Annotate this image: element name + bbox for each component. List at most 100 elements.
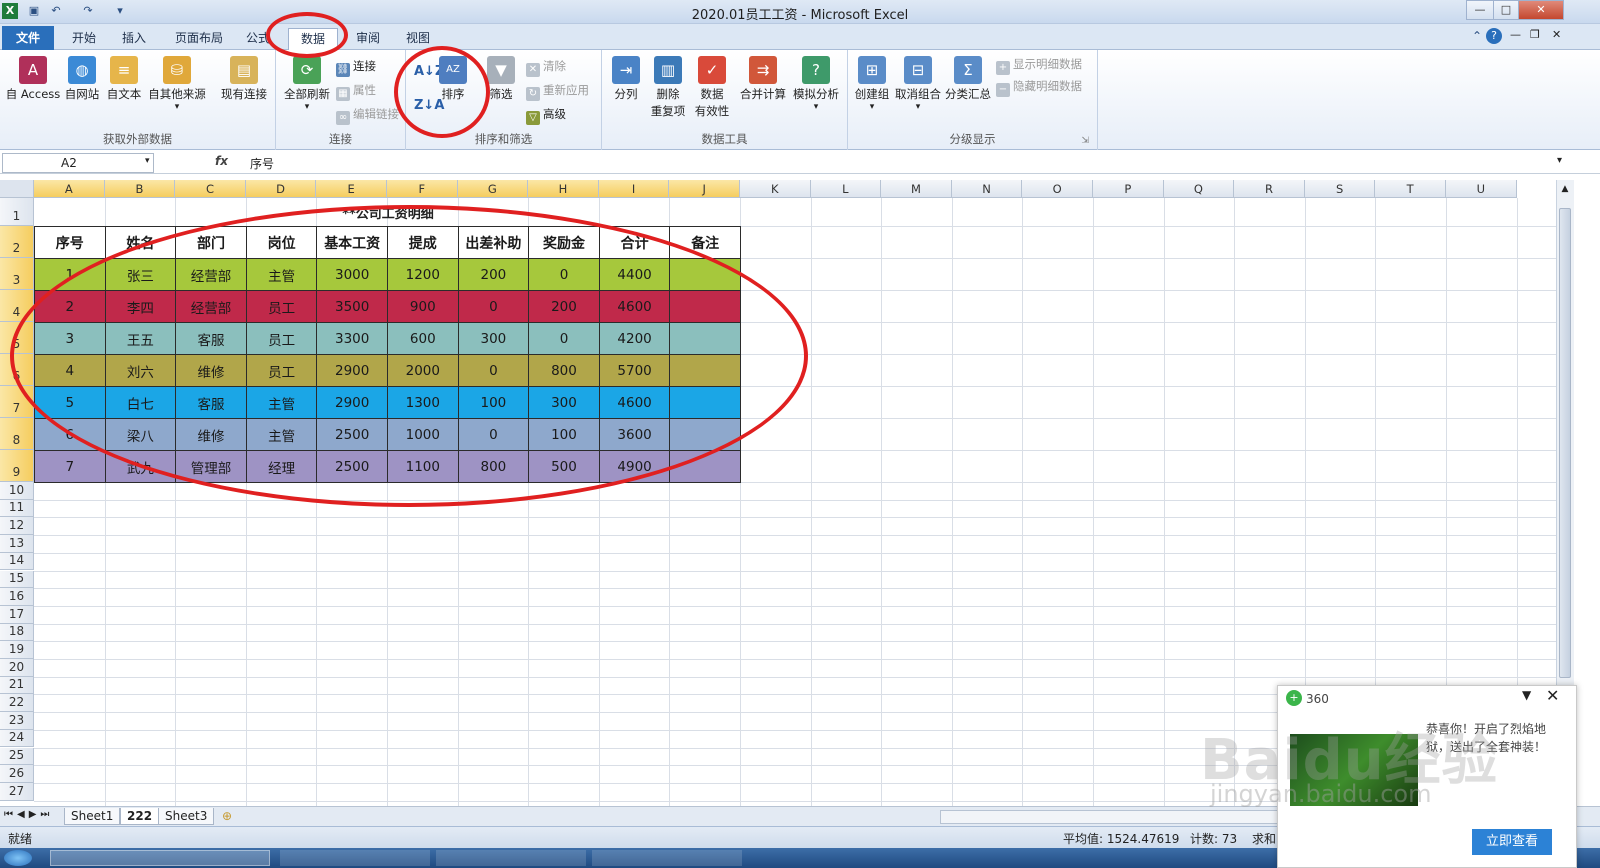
column-header-M[interactable]: M: [881, 180, 952, 198]
data-cell[interactable]: [669, 450, 741, 483]
remove-duplicates-button[interactable]: ▥ 删除 重复项: [648, 56, 688, 120]
name-box[interactable]: A2: [2, 153, 154, 173]
data-cell[interactable]: 2: [34, 290, 106, 323]
header-cell[interactable]: 姓名: [104, 226, 177, 259]
minimize-button[interactable]: —: [1466, 0, 1494, 20]
from-web-button[interactable]: ◍ 自网站: [62, 56, 102, 102]
properties-button[interactable]: ▦ 属性: [336, 80, 376, 101]
data-cell[interactable]: 王五: [104, 322, 177, 355]
existing-connections-button[interactable]: ▤ 现有连接: [218, 56, 270, 102]
column-header-E[interactable]: E: [316, 180, 387, 198]
data-cell[interactable]: 客服: [175, 322, 247, 355]
data-cell[interactable]: 主管: [245, 418, 318, 451]
data-cell[interactable]: 0: [457, 418, 530, 451]
data-cell[interactable]: [669, 258, 741, 291]
column-header-L[interactable]: L: [810, 180, 882, 198]
header-cell[interactable]: 部门: [175, 226, 247, 259]
row-header-18[interactable]: 18: [0, 623, 34, 642]
data-cell[interactable]: 3600: [598, 418, 671, 451]
formula-input[interactable]: 序号: [250, 155, 274, 172]
clear-filter-button[interactable]: ✕ 清除: [526, 56, 566, 77]
column-header-S[interactable]: S: [1304, 180, 1376, 198]
scroll-thumb[interactable]: [1559, 208, 1571, 678]
data-cell[interactable]: 4600: [598, 386, 671, 419]
data-cell[interactable]: 4200: [598, 322, 671, 355]
header-cell[interactable]: 合计: [598, 226, 671, 259]
scroll-up-icon[interactable]: ▲: [1559, 184, 1571, 198]
data-cell[interactable]: 1000: [387, 418, 459, 451]
column-header-Q[interactable]: Q: [1163, 180, 1235, 198]
data-cell[interactable]: 5: [34, 386, 106, 419]
expand-formula-bar-icon[interactable]: ▾: [1557, 155, 1562, 166]
column-header-O[interactable]: O: [1022, 180, 1093, 198]
taskbar-item[interactable]: [436, 850, 586, 866]
data-cell[interactable]: 900: [387, 290, 459, 323]
row-header-1[interactable]: 1: [0, 198, 34, 226]
data-cell[interactable]: 4900: [598, 450, 671, 483]
hide-detail-button[interactable]: − 隐藏明细数据: [996, 76, 1082, 97]
row-header-13[interactable]: 13: [0, 535, 34, 553]
data-cell[interactable]: 600: [387, 322, 459, 355]
data-cell[interactable]: 员工: [245, 354, 318, 387]
column-header-P[interactable]: P: [1093, 180, 1164, 198]
row-header-20[interactable]: 20: [0, 659, 34, 677]
tab-review[interactable]: 审阅: [346, 28, 390, 50]
data-cell[interactable]: 客服: [175, 386, 247, 419]
row-header-8[interactable]: 8: [0, 418, 34, 450]
column-header-N[interactable]: N: [951, 180, 1023, 198]
doc-minimize-icon[interactable]: —: [1510, 28, 1521, 41]
data-cell[interactable]: 员工: [245, 290, 318, 323]
data-cell[interactable]: 2500: [316, 450, 388, 483]
row-header-5[interactable]: 5: [0, 322, 34, 354]
maximize-button[interactable]: □: [1493, 0, 1519, 20]
edit-links-button[interactable]: ∞ 编辑链接: [336, 104, 399, 125]
data-cell[interactable]: 2900: [316, 354, 388, 387]
row-header-15[interactable]: 15: [0, 570, 34, 589]
data-cell[interactable]: 300: [457, 322, 530, 355]
data-cell[interactable]: 3300: [316, 322, 388, 355]
data-cell[interactable]: 梁八: [104, 418, 177, 451]
taskbar-item[interactable]: [592, 850, 742, 866]
data-cell[interactable]: 主管: [245, 258, 318, 291]
data-cell[interactable]: 3000: [316, 258, 388, 291]
data-cell[interactable]: [669, 290, 741, 323]
taskbar-item[interactable]: [50, 850, 270, 866]
column-header-G[interactable]: G: [457, 180, 529, 198]
name-box-dropdown-icon[interactable]: ▾: [145, 156, 150, 166]
column-header-T[interactable]: T: [1375, 180, 1446, 198]
tab-file[interactable]: 文件: [2, 26, 54, 50]
column-header-A[interactable]: A: [34, 180, 105, 198]
row-header-6[interactable]: 6: [0, 354, 34, 386]
connections-button[interactable]: ⛓ 连接: [336, 56, 376, 77]
data-cell[interactable]: 3500: [316, 290, 388, 323]
header-cell[interactable]: 出差补助: [457, 226, 530, 259]
text-to-columns-button[interactable]: ⇥ 分列: [606, 56, 646, 102]
column-header-B[interactable]: B: [104, 180, 176, 198]
column-header-I[interactable]: I: [598, 180, 670, 198]
dialog-launcher-icon[interactable]: ⇲: [1081, 136, 1089, 146]
row-header-16[interactable]: 16: [0, 588, 34, 606]
taskbar-item[interactable]: [280, 850, 430, 866]
row-header-10[interactable]: 10: [0, 482, 34, 500]
column-header-H[interactable]: H: [528, 180, 599, 198]
data-cell[interactable]: 维修: [175, 418, 247, 451]
start-button[interactable]: [4, 850, 32, 866]
refresh-all-button[interactable]: ⟳ 全部刷新 ▾: [280, 56, 334, 112]
data-cell[interactable]: 4600: [598, 290, 671, 323]
ungroup-button[interactable]: ⊟ 取消组合 ▾: [894, 56, 942, 112]
data-cell[interactable]: 刘六: [104, 354, 177, 387]
insert-function-icon[interactable]: fx: [215, 154, 228, 168]
column-header-R[interactable]: R: [1234, 180, 1305, 198]
data-cell[interactable]: 0: [457, 354, 530, 387]
row-header-19[interactable]: 19: [0, 641, 34, 659]
data-cell[interactable]: 1200: [387, 258, 459, 291]
row-header-14[interactable]: 14: [0, 552, 34, 571]
data-cell[interactable]: 0: [528, 258, 600, 291]
data-cell[interactable]: 0: [528, 322, 600, 355]
data-cell[interactable]: [669, 322, 741, 355]
sort-button[interactable]: AZ 排序: [438, 56, 468, 102]
header-cell[interactable]: 备注: [669, 226, 741, 259]
row-header-23[interactable]: 23: [0, 712, 34, 730]
data-cell[interactable]: 管理部: [175, 450, 247, 483]
subtotal-button[interactable]: Σ 分类汇总: [944, 56, 992, 102]
